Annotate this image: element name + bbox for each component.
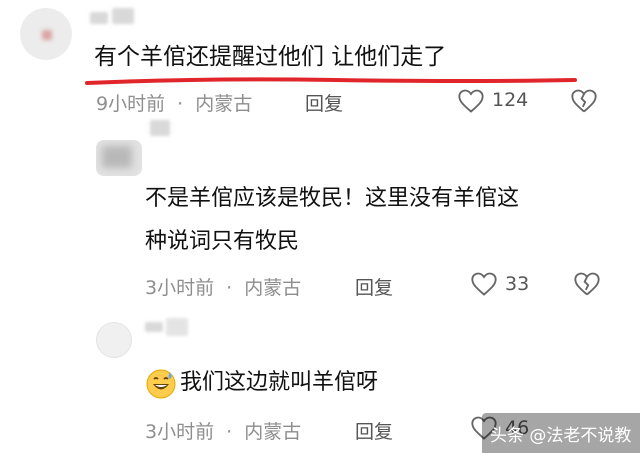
like-count: 33 (505, 273, 530, 295)
like-count: 124 (492, 89, 529, 111)
broken-heart-icon[interactable] (570, 88, 598, 114)
comment-time: 9小时前 (96, 93, 166, 115)
heart-icon[interactable] (470, 271, 498, 297)
reply-button[interactable]: 回复 (355, 273, 393, 300)
reply-button[interactable]: 回复 (305, 89, 343, 116)
comment-text: 有个羊倌还提醒过他们 让他们走了 (94, 44, 447, 70)
meta-separator: · (177, 93, 184, 115)
heart-icon[interactable] (457, 88, 485, 114)
reply-button[interactable]: 回复 (355, 417, 393, 444)
comment-text: 我们这边就叫羊倌呀 (180, 370, 379, 395)
username-redacted (150, 120, 170, 136)
comment-text-line: 种说词只有牧民 (145, 229, 300, 254)
comment-time: 3小时前 (145, 277, 215, 299)
grinning-sweat-emoji (146, 369, 176, 399)
username-redacted (90, 12, 108, 24)
comment-time: 3小时前 (145, 421, 215, 443)
avatar[interactable] (96, 322, 132, 358)
comment-meta: 9小时前 · 内蒙古 (96, 89, 252, 116)
comment-meta: 3小时前 · 内蒙古 (145, 273, 301, 300)
avatar[interactable] (96, 140, 142, 176)
meta-separator: · (226, 277, 233, 299)
comment-meta: 3小时前 · 内蒙古 (145, 417, 301, 444)
username-redacted (166, 318, 188, 336)
username-redacted (145, 322, 163, 332)
comment-location: 内蒙古 (244, 421, 302, 443)
broken-heart-icon[interactable] (573, 271, 601, 297)
highlight-underline (85, 77, 577, 85)
comment-location: 内蒙古 (244, 277, 302, 299)
meta-separator: · (226, 421, 233, 443)
username-redacted (112, 8, 134, 24)
watermark-text: 头条 @法老不说教 (490, 426, 632, 446)
comment-location: 内蒙古 (195, 93, 253, 115)
comment-text-line: 不是羊倌应该是牧民！这里没有羊倌这 (145, 186, 520, 211)
avatar[interactable] (20, 8, 72, 60)
